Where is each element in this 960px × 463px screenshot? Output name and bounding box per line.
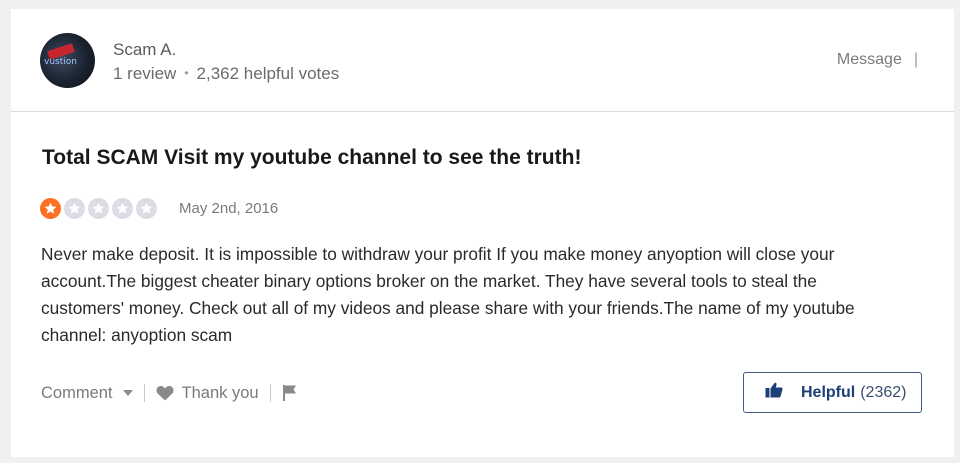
chevron-down-icon bbox=[122, 390, 133, 396]
helpful-count: (2362) bbox=[860, 383, 907, 401]
avatar-logo-text: vustion bbox=[44, 57, 77, 67]
star-empty-icon bbox=[112, 198, 133, 219]
review-actions: Comment Thank you bbox=[41, 381, 298, 405]
avatar[interactable]: vustion bbox=[40, 33, 95, 88]
star-rating bbox=[40, 198, 157, 220]
review-header: vustion Scam A. 1 review • 2,362 helpful v… bbox=[11, 9, 954, 112]
review-body: Never make deposit. It is impossible to … bbox=[41, 244, 855, 345]
review-count: 1 review bbox=[113, 64, 177, 83]
report-button[interactable] bbox=[282, 384, 298, 402]
flag-icon bbox=[282, 384, 298, 402]
comment-button[interactable]: Comment bbox=[41, 384, 133, 403]
comment-label: Comment bbox=[41, 383, 113, 402]
thank-you-button[interactable]: Thank you bbox=[156, 384, 259, 403]
review-date: May 2nd, 2016 bbox=[179, 200, 279, 217]
message-link[interactable]: Message | bbox=[837, 51, 918, 69]
star-empty-icon bbox=[88, 198, 109, 219]
helpful-button[interactable]: Helpful (2362) bbox=[743, 372, 922, 413]
thumbs-up-icon bbox=[765, 382, 783, 403]
user-stats: 1 review • 2,362 helpful votes bbox=[113, 64, 339, 84]
heart-icon bbox=[156, 385, 174, 401]
message-separator: | bbox=[913, 51, 918, 68]
star-filled-icon bbox=[40, 198, 61, 219]
action-divider bbox=[143, 384, 145, 402]
helpful-votes-count: 2,362 helpful votes bbox=[196, 64, 340, 83]
review-card: vustion Scam A. 1 review • 2,362 helpful v… bbox=[11, 9, 954, 457]
star-empty-icon bbox=[64, 198, 85, 219]
bullet-separator: • bbox=[184, 66, 189, 80]
helpful-label: Helpful bbox=[801, 383, 856, 401]
review-title: Total SCAM Visit my youtube channel to s… bbox=[42, 146, 582, 169]
thank-you-label: Thank you bbox=[181, 383, 259, 402]
star-empty-icon bbox=[136, 198, 157, 219]
user-name[interactable]: Scam A. bbox=[113, 40, 176, 60]
action-divider bbox=[269, 384, 271, 402]
message-label[interactable]: Message bbox=[837, 51, 902, 68]
